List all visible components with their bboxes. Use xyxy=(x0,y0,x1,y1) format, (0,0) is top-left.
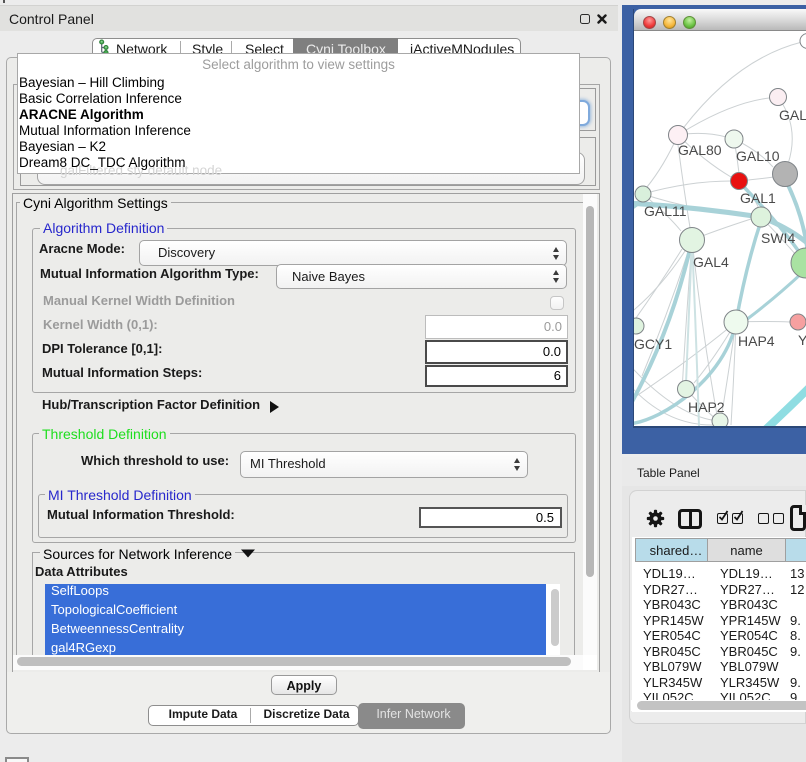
svg-text:Y: Y xyxy=(798,332,806,348)
svg-text:GAL7: GAL7 xyxy=(779,107,806,123)
svg-text:SWI4: SWI4 xyxy=(761,230,795,246)
svg-text:HAP2: HAP2 xyxy=(688,399,725,415)
svg-text:GAL1: GAL1 xyxy=(740,190,776,206)
svg-text:GCY1: GCY1 xyxy=(634,336,672,352)
svg-text:GAL11: GAL11 xyxy=(644,203,687,219)
svg-text:GAL10: GAL10 xyxy=(736,148,780,164)
svg-text:GAL4: GAL4 xyxy=(693,254,729,270)
svg-text:HAP4: HAP4 xyxy=(738,333,775,349)
svg-text:GAL80: GAL80 xyxy=(678,142,722,158)
